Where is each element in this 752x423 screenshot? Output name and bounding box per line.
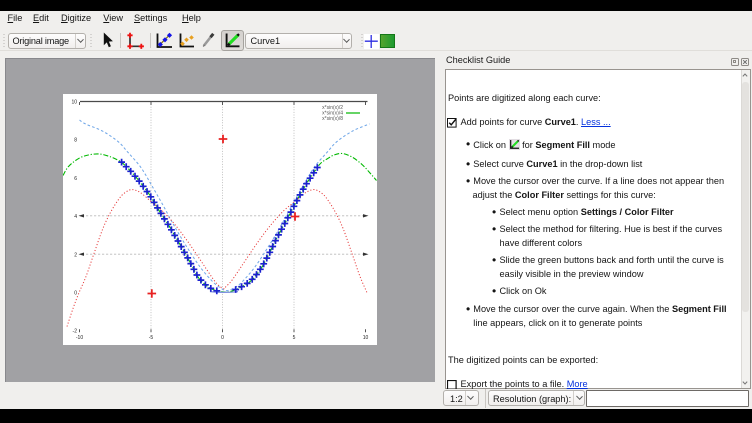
svg-text:-5: -5 [149, 335, 154, 341]
svg-text:2: 2 [74, 252, 77, 258]
svg-text:10: 10 [71, 99, 77, 105]
svg-text:4: 4 [74, 214, 77, 220]
svg-text:0: 0 [221, 335, 224, 341]
svg-text:-10: -10 [76, 335, 83, 341]
svg-text:0: 0 [74, 290, 77, 296]
svg-text:10: 10 [363, 335, 369, 341]
svg-text:8: 8 [74, 137, 77, 143]
svg-text:x*sin(x)/8: x*sin(x)/8 [322, 116, 343, 122]
svg-text:-2: -2 [73, 328, 78, 334]
svg-text:5: 5 [293, 335, 296, 341]
svg-text:6: 6 [74, 176, 77, 182]
